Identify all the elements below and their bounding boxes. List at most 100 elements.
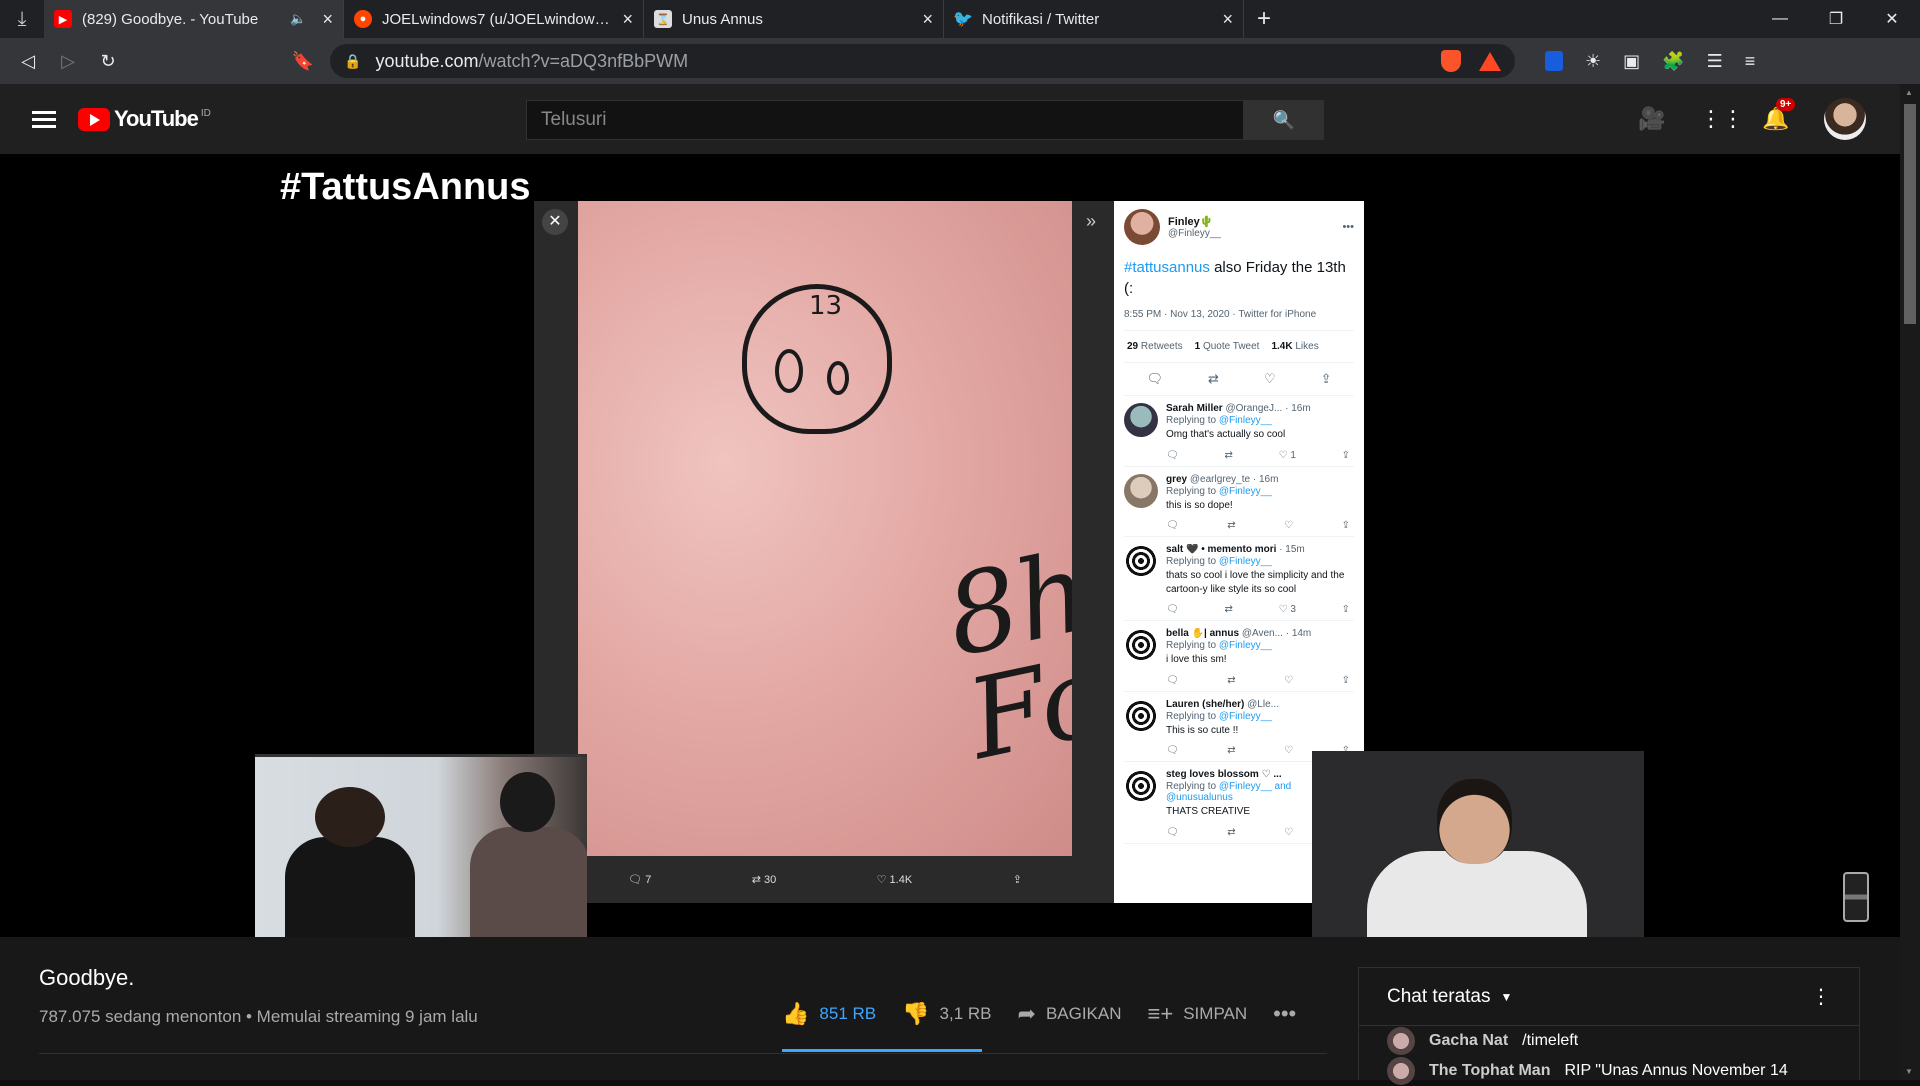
scroll-thumb[interactable] xyxy=(1904,104,1916,324)
playlist-add-icon: ≡+ xyxy=(1147,1001,1174,1026)
chat-mode-dropdown[interactable]: Chat teratas xyxy=(1387,986,1491,1008)
likes-value: 1.4K xyxy=(1271,341,1293,352)
replying-handle: @Finleyy__ xyxy=(1218,556,1272,567)
webcam-tattoo-session xyxy=(255,754,587,937)
forward-icon[interactable]: ▷ xyxy=(48,51,88,72)
reply-body: Sarah Miller @OrangeJ... · 16m Replying t… xyxy=(1166,403,1354,461)
chat-message: Gacha Nat /timeleft xyxy=(1359,1026,1859,1056)
tab-twitter[interactable]: 🐦 Notifikasi / Twitter × xyxy=(944,0,1244,38)
retweets-label: Retweets xyxy=(1140,341,1183,352)
close-tab-icon[interactable]: × xyxy=(622,9,633,30)
chat-author[interactable]: The Tophat Man xyxy=(1429,1062,1550,1080)
url-field[interactable]: 🔒 youtube.com/watch?v=aDQ3nfBbPWM xyxy=(330,44,1515,78)
notifications-bell-icon[interactable]: 🔔 9+ xyxy=(1762,98,1796,132)
hamburger-menu-icon[interactable] xyxy=(32,107,56,132)
minimize-icon[interactable]: — xyxy=(1752,0,1808,38)
skull-eye xyxy=(827,361,849,395)
twitter-favicon-icon: 🐦 xyxy=(953,11,973,28)
reply-author-meta: @OrangeJ... · 16m xyxy=(1225,403,1311,414)
artist-head xyxy=(500,772,555,832)
share-icon: ⇪ xyxy=(1012,874,1022,886)
tattoo-number: 13 xyxy=(809,291,843,321)
reply-author-name: bella ✋| annus xyxy=(1166,628,1240,639)
avatar xyxy=(1124,473,1158,508)
reply-author-name: grey xyxy=(1166,473,1188,485)
reply-replying-to: Replying to @Finleyy__ xyxy=(1166,711,1354,722)
youtube-logo[interactable]: YouTube ID xyxy=(78,106,211,132)
bookmark-icon[interactable]: 🔖 xyxy=(288,51,318,72)
like-count-value: 1.4K xyxy=(889,874,913,886)
unus-annus-favicon-icon: ⌛ xyxy=(654,10,672,28)
retweet-icon: ⇄ xyxy=(1227,674,1236,686)
reply-like-count: 1 xyxy=(1290,449,1296,461)
extension-square-icon[interactable]: ▣ xyxy=(1623,51,1640,72)
live-chat: Chat teratas ▼ ⋮ Gacha Nat /timeleft The… xyxy=(1358,967,1860,1085)
save-button[interactable]: ≡+ SIMPAN xyxy=(1148,1001,1248,1027)
reply-text: i love this sm! xyxy=(1166,654,1227,665)
chevron-down-icon[interactable]: ▼ xyxy=(1501,990,1513,1004)
retweet-count: ⇄ 30 xyxy=(751,874,777,886)
tab-youtube[interactable]: ▶ (829) Goodbye. - YouTube 🔈 × xyxy=(44,0,344,38)
close-window-icon[interactable]: ✕ xyxy=(1864,0,1920,38)
reply-author: Lauren (she/her) @Lle... xyxy=(1166,699,1354,710)
share-button[interactable]: ➦ BAGIKAN xyxy=(1018,1001,1122,1027)
search-button[interactable]: 🔍 xyxy=(1244,100,1324,140)
puzzle-icon[interactable]: 🧩 xyxy=(1662,51,1684,72)
search-input[interactable] xyxy=(526,100,1244,140)
replying-label: Replying to xyxy=(1166,640,1217,651)
like-count-label: 851 RB xyxy=(819,1004,877,1023)
youtube-favicon-icon: ▶ xyxy=(54,10,72,28)
chat-author[interactable]: Gacha Nat xyxy=(1429,1032,1508,1050)
speaker-icon[interactable]: 🔈 xyxy=(290,11,306,27)
brave-shields-icon[interactable] xyxy=(1441,50,1461,72)
reload-icon[interactable]: ↻ xyxy=(88,51,128,72)
bitwarden-icon[interactable] xyxy=(1545,51,1563,71)
youtube-header: YouTube ID 🔍 🎥 ⋮⋮ 🔔9+ xyxy=(0,84,1920,154)
heart-icon: ♡ xyxy=(1284,520,1294,531)
replying-handle: @Finleyy__ xyxy=(1218,485,1272,497)
video-meta: 787.075 sedang menonton • Memulai stream… xyxy=(39,1007,478,1026)
more-horizontal-icon: ••• xyxy=(1273,1001,1297,1026)
retweet-icon: ⇄ xyxy=(1208,371,1219,386)
create-video-icon[interactable]: 🎥 xyxy=(1638,106,1665,132)
reply-body: salt 🖤 • memento mori · 15m Replying to @… xyxy=(1166,544,1354,615)
video-player[interactable]: #TattusAnnus ✕ 13 8h For 🗨 7 ⇄ 30 ♡ 1.4K… xyxy=(0,154,1900,937)
close-tab-icon[interactable]: × xyxy=(922,9,933,30)
brave-rewards-icon[interactable] xyxy=(1479,51,1501,71)
close-tab-icon[interactable]: × xyxy=(1222,9,1233,30)
dislike-button[interactable]: 👎 3,1 RB xyxy=(902,1001,991,1027)
reply-actions: 🗨 ⇄ ♡ ⇪ xyxy=(1166,675,1354,686)
new-tab-button[interactable]: + xyxy=(1244,0,1284,38)
avatar xyxy=(1124,403,1158,437)
tab-title: Notifikasi / Twitter xyxy=(982,10,1100,28)
avatar[interactable] xyxy=(1824,98,1866,140)
scroll-up-icon[interactable]: ▲ xyxy=(1905,88,1913,97)
retweet-icon: ⇄ xyxy=(1227,520,1236,531)
more-actions-button[interactable]: ••• xyxy=(1273,1001,1296,1027)
back-icon[interactable]: ◁ xyxy=(8,51,48,72)
tab-reddit[interactable]: ● JOELwindows7 (u/JOELwindows7) - × xyxy=(344,0,644,38)
share-icon: ⇪ xyxy=(1320,371,1332,386)
reply-like-count: 3 xyxy=(1290,604,1296,615)
restore-icon[interactable]: ❐ xyxy=(1808,0,1864,38)
replying-label: Replying to xyxy=(1166,556,1217,567)
close-tab-icon[interactable]: × xyxy=(322,9,333,30)
scroll-down-icon[interactable]: ▼ xyxy=(1905,1067,1913,1076)
tweet-stats: 29 Retweets 1 Quote Tweet 1.4K Likes xyxy=(1124,331,1354,363)
heart-icon: ♡ 3 xyxy=(1278,604,1296,615)
video-title: Goodbye. xyxy=(39,965,135,990)
hourglass-icon xyxy=(1843,872,1869,922)
menu-icon[interactable]: ≡ xyxy=(1745,51,1756,72)
apps-grid-icon[interactable]: ⋮⋮ xyxy=(1700,106,1744,132)
like-button[interactable]: 👍 851 RB xyxy=(782,1001,876,1027)
extension-icon[interactable]: ☀ xyxy=(1585,51,1601,72)
tab-unus-annus[interactable]: ⌛ Unus Annus × xyxy=(644,0,944,38)
more-vertical-icon[interactable]: ⋮ xyxy=(1811,984,1831,1009)
avatar xyxy=(1124,544,1158,578)
media-control-icon[interactable]: ☰ xyxy=(1707,51,1723,72)
toolbar-icons: ☀ ▣ 🧩 ☰ ≡ xyxy=(1545,51,1755,72)
youtube-play-icon xyxy=(78,107,110,131)
person-body xyxy=(285,837,415,937)
download-icon[interactable]: ⤓ xyxy=(0,0,44,38)
page-scrollbar[interactable]: ▲ ▼ xyxy=(1900,84,1920,1080)
